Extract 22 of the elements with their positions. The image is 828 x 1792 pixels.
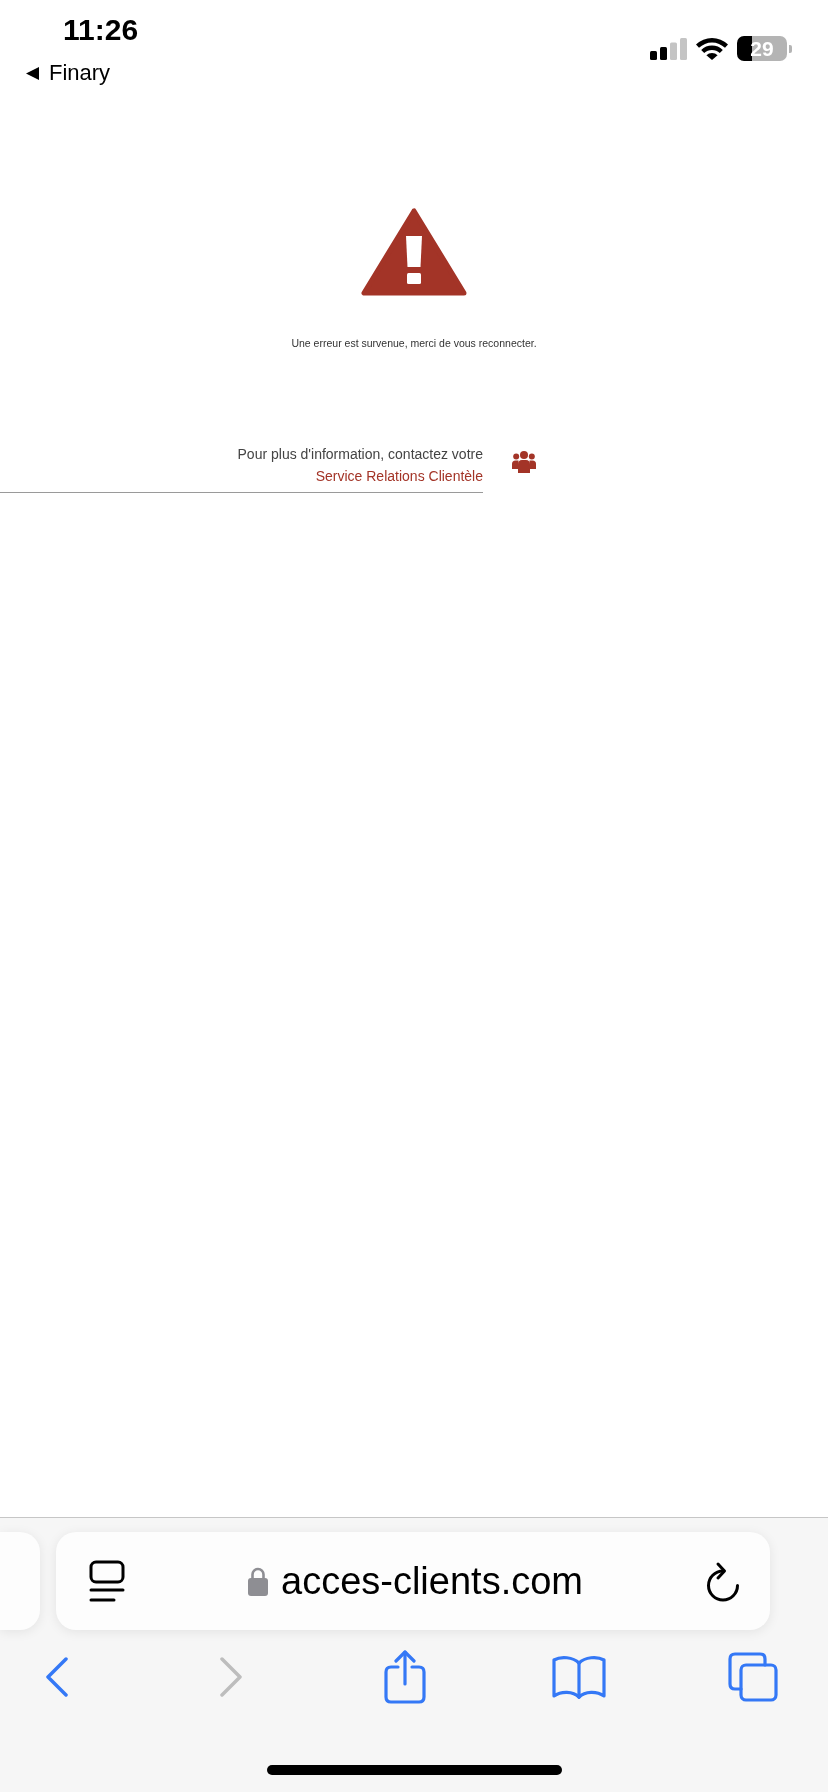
address-bar[interactable]: acces-clients.com <box>56 1532 770 1630</box>
lock-icon <box>248 1566 268 1596</box>
overlapping-squares-icon <box>728 1652 778 1702</box>
chevron-left-icon <box>46 1657 68 1697</box>
signal-icon <box>650 37 687 60</box>
error-message: Une erreur est survenue, merci de vous reconnecter. <box>291 337 537 349</box>
wifi-icon <box>696 37 728 60</box>
reader-view-button[interactable] <box>89 1559 125 1603</box>
customer-service-link[interactable]: Service Relations Clientèle <box>315 465 483 487</box>
share-icon <box>384 1650 426 1704</box>
triangle-left-icon <box>25 65 40 81</box>
status-time: 11:26 <box>63 12 139 48</box>
chevron-right-icon <box>220 1657 242 1697</box>
people-group-icon <box>512 451 536 473</box>
reload-icon <box>706 1560 740 1602</box>
warning-icon <box>361 207 467 297</box>
reload-button[interactable] <box>706 1560 740 1602</box>
reader-view-icon <box>89 1559 125 1603</box>
contact-text: Pour plus d'information, contactez votre <box>237 445 483 464</box>
url-text: acces-clients.com <box>281 1559 583 1603</box>
open-book-icon <box>552 1655 606 1699</box>
back-to-app-link[interactable]: Finary <box>25 60 111 86</box>
